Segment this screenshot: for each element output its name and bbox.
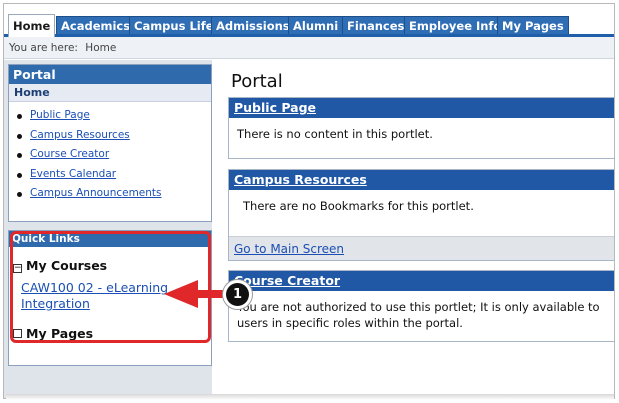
- tab-home[interactable]: Home: [8, 14, 56, 37]
- step-number: 1: [226, 283, 249, 306]
- tab-campus-life[interactable]: Campus Life: [129, 16, 219, 34]
- bullet-icon: [17, 172, 22, 178]
- nav-item-events-calendar: Events Calendar: [13, 165, 211, 185]
- breadcrumb-prefix: You are here:: [9, 42, 78, 54]
- portlet-title-link[interactable]: Public Page: [234, 100, 316, 115]
- portal-nav-box: Portal Home Public Page Campus Resources…: [8, 64, 212, 222]
- nav-link-public-page[interactable]: Public Page: [30, 109, 90, 121]
- page-title: Portal: [231, 71, 283, 92]
- nav-link-campus-announcements[interactable]: Campus Announcements: [30, 187, 162, 199]
- bullet-icon: [17, 192, 22, 197]
- tab-bar: Home Academics Campus Life Admissions Al…: [4, 4, 614, 37]
- breadcrumb: You are here: Home: [4, 37, 614, 59]
- breadcrumb-current: Home: [85, 42, 117, 54]
- tab-my-pages[interactable]: My Pages: [497, 16, 569, 34]
- portlet-header: Course Creator: [229, 271, 614, 291]
- nav-item-course-creator: Course Creator: [13, 145, 211, 165]
- nav-link-events-calendar[interactable]: Events Calendar: [30, 168, 116, 180]
- step-badge: 1: [223, 280, 252, 309]
- portlet-course-creator: Course Creator You are not authorized to…: [228, 270, 614, 342]
- tab-academics[interactable]: Academics: [56, 16, 136, 34]
- tab-alumni[interactable]: Alumni: [288, 16, 344, 34]
- portlet-body: You are not authorized to use this portl…: [237, 300, 600, 330]
- portlet-body: There are no Bookmarks for this portlet.: [243, 199, 474, 213]
- tab-employee-info[interactable]: Employee Info: [404, 16, 507, 34]
- nav-link-course-creator[interactable]: Course Creator: [30, 148, 109, 160]
- bullet-icon: [17, 133, 22, 139]
- left-sidebar: Portal Home Public Page Campus Resources…: [4, 60, 212, 398]
- portlet-campus-resources: Campus Resources There are no Bookmarks …: [228, 169, 614, 261]
- portlet-public-page: Public Page There is no content in this …: [228, 97, 614, 159]
- portal-nav-list: Public Page Campus Resources Course Crea…: [9, 102, 211, 204]
- nav-item-public-page: Public Page: [13, 106, 211, 126]
- bullet-icon: [17, 114, 22, 119]
- bullet-icon: [17, 153, 22, 158]
- frame-shadow: [6, 394, 614, 400]
- portal-nav-home[interactable]: Home: [9, 84, 211, 102]
- portal-nav-title: Portal: [9, 65, 211, 84]
- portlet-title-link[interactable]: Course Creator: [234, 273, 340, 288]
- nav-item-campus-resources: Campus Resources: [13, 126, 211, 146]
- portlet-header: Campus Resources: [229, 170, 614, 190]
- portlet-body: There is no content in this portlet.: [237, 127, 433, 141]
- portlet-footer: Go to Main Screen: [229, 236, 614, 260]
- tab-finances[interactable]: Finances: [342, 16, 410, 34]
- portlet-header: Public Page: [229, 98, 614, 118]
- tab-admissions[interactable]: Admissions: [211, 16, 295, 34]
- main-screen-link[interactable]: Go to Main Screen: [234, 242, 344, 256]
- browser-frame: Home Academics Campus Life Admissions Al…: [3, 3, 615, 399]
- portlet-title-link[interactable]: Campus Resources: [234, 172, 367, 187]
- nav-link-campus-resources[interactable]: Campus Resources: [30, 129, 130, 141]
- nav-item-campus-announcements: Campus Announcements: [13, 184, 211, 204]
- arrow-icon: [164, 280, 198, 308]
